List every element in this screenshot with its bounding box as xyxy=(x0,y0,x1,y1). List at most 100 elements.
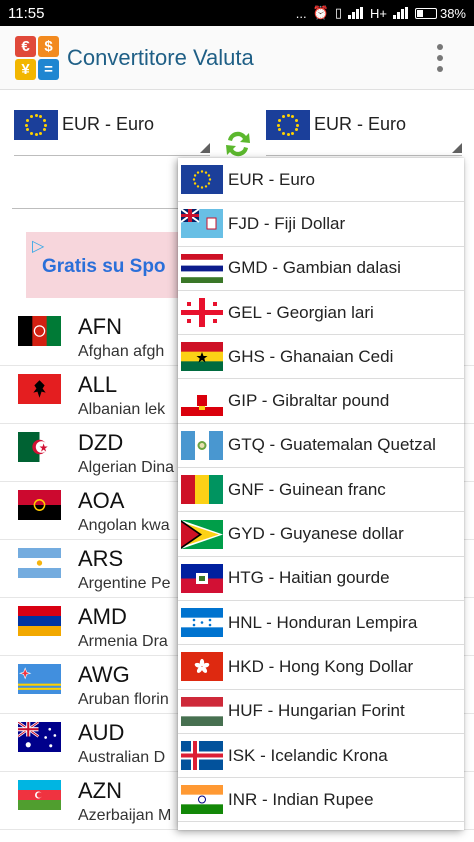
aoa-flag-icon xyxy=(18,490,61,520)
dropdown-option-hkd[interactable]: HKD - Hong Kong Dollar xyxy=(178,645,464,690)
dropdown-option-htg[interactable]: HTG - Haitian gourde xyxy=(178,557,464,601)
currency-code: AMD xyxy=(78,604,127,629)
dropdown-option-gtq[interactable]: GTQ - Guatemalan Quetzal xyxy=(178,424,464,469)
overflow-menu-icon[interactable] xyxy=(436,44,444,72)
from-currency-selector[interactable]: EUR - Euro xyxy=(14,110,210,156)
to-currency-selector[interactable]: EUR - Euro xyxy=(266,110,462,156)
euro-logo-cell: € xyxy=(15,35,36,57)
ad-choices-icon[interactable]: ▷ xyxy=(32,236,44,256)
alarm-icon: ⏰ xyxy=(312,5,329,20)
currency-code: AOA xyxy=(78,488,125,513)
dropdown-option-gnf[interactable]: GNF - Guinean franc xyxy=(178,468,464,513)
dropdown-option-label: GTQ - Guatemalan Quetzal xyxy=(228,435,436,455)
dropdown-option-gip[interactable]: GIP - Gibraltar pound xyxy=(178,379,464,424)
currency-code: AZN xyxy=(78,778,122,803)
currency-code: AUD xyxy=(78,720,125,745)
ad-banner[interactable]: ▷ Gratis su Spo xyxy=(26,232,186,298)
currency-code: AWG xyxy=(78,662,130,687)
htg-flag-icon xyxy=(181,563,223,593)
dropdown-option-label: INR - Indian Rupee xyxy=(228,789,374,809)
currency-name: Armenia Dra xyxy=(78,633,168,650)
dzd-flag-icon xyxy=(18,432,61,462)
ad-text: Gratis su Spo xyxy=(42,256,166,277)
battery-percent: 38% xyxy=(439,5,466,21)
dropdown-option-label: EUR - Euro xyxy=(228,169,315,189)
eu-flag-icon xyxy=(14,110,58,140)
dropdown-option-gel[interactable]: GEL - Georgian lari xyxy=(178,291,464,336)
inr-flag-icon xyxy=(181,785,223,815)
currency-name: Australian D xyxy=(78,749,166,766)
currency-name: Angolan kwa xyxy=(78,517,170,534)
currency-name: Afghan afgh xyxy=(78,343,165,360)
huf-flag-icon xyxy=(181,696,223,727)
eu-flag-icon xyxy=(266,110,310,140)
app-title: Convertitore Valuta xyxy=(67,44,254,70)
status-icons: ... ⏰ ▯ H+ 38% xyxy=(296,5,466,21)
status-time: 11:55 xyxy=(8,4,45,22)
status-bar: 11:55 ... ⏰ ▯ H+ 38% xyxy=(0,0,474,26)
hnl-flag-icon xyxy=(181,608,223,638)
amount-input[interactable] xyxy=(12,208,182,209)
network-type: H+ xyxy=(369,5,387,21)
dropdown-option-label: GYD - Guyanese dollar xyxy=(228,524,404,544)
afn-flag-icon xyxy=(18,316,62,346)
yen-logo-cell: ¥ xyxy=(15,58,36,80)
dropdown-option-huf[interactable]: HUF - Hungarian Forint xyxy=(178,690,464,734)
dropdown-option-label: GEL - Georgian lari xyxy=(228,302,374,322)
currency-name: Algerian Dina xyxy=(78,459,175,476)
dropdown-option-gyd[interactable]: GYD - Guyanese dollar xyxy=(178,512,464,557)
eur-flag-icon xyxy=(181,165,223,195)
currency-code: ARS xyxy=(78,546,124,571)
dropdown-arrow-icon xyxy=(452,143,462,153)
dropdown-option-label: HTG - Haitian gourde xyxy=(228,568,390,588)
dropdown-option-gmd[interactable]: GMD - Gambian dalasi xyxy=(178,247,464,291)
currency-code: DZD xyxy=(78,430,124,455)
to-currency-label: EUR - Euro xyxy=(314,114,407,134)
dropdown-option-label: HKD - Hong Kong Dollar xyxy=(228,656,414,676)
dropdown-option-label: GMD - Gambian dalasi xyxy=(228,258,401,278)
from-currency-label: EUR - Euro xyxy=(62,114,155,134)
isk-flag-icon xyxy=(181,741,223,770)
gnf-flag-icon xyxy=(181,475,224,505)
dropdown-option-label: ISK - Icelandic Krona xyxy=(228,745,388,765)
swap-icon[interactable] xyxy=(222,128,254,160)
dropdown-option-label: GIP - Gibraltar pound xyxy=(228,391,390,411)
aud-flag-icon xyxy=(17,720,61,752)
app-logo: € $ ¥ = xyxy=(15,35,59,80)
currency-name: Argentine Pe xyxy=(78,575,171,592)
all-flag-icon xyxy=(18,374,61,404)
gyd-flag-icon xyxy=(181,519,223,549)
ghs-flag-icon xyxy=(181,342,223,372)
gtq-flag-icon xyxy=(181,430,224,460)
dropdown-option-ghs[interactable]: GHS - Ghanaian Cedi xyxy=(178,335,464,380)
dollar-logo-cell: $ xyxy=(38,35,59,57)
notification-dots: ... xyxy=(295,5,307,21)
dropdown-option-label: HNL - Honduran Lempira xyxy=(228,612,418,632)
dropdown-arrow-icon xyxy=(200,143,210,153)
dropdown-option-label: GNF - Guinean franc xyxy=(228,479,386,499)
dropdown-option-isk[interactable]: ISK - Icelandic Krona xyxy=(178,734,464,779)
gmd-flag-icon xyxy=(181,253,223,284)
dropdown-option-fjd[interactable]: FJD - Fiji Dollar xyxy=(178,202,464,247)
vibrate-icon: ▯ xyxy=(334,5,342,20)
gel-flag-icon xyxy=(181,298,223,328)
dropdown-option-label: GHS - Ghanaian Cedi xyxy=(228,346,394,366)
currency-name: Albanian lek xyxy=(78,401,166,418)
signal-icon-2 xyxy=(392,7,409,19)
currency-name: Azerbaijan M xyxy=(78,807,172,824)
awg-flag-icon xyxy=(18,664,61,694)
hkd-flag-icon xyxy=(181,652,223,682)
dropdown-option-eur[interactable]: EUR - Euro xyxy=(178,158,464,203)
azn-flag-icon xyxy=(18,780,61,811)
app-bar: € $ ¥ = Convertitore Valuta xyxy=(0,26,474,90)
dropdown-option-inr[interactable]: INR - Indian Rupee xyxy=(178,778,464,823)
ars-flag-icon xyxy=(18,548,61,579)
battery-icon xyxy=(414,7,437,19)
fjd-flag-icon xyxy=(180,208,223,239)
amd-flag-icon xyxy=(18,606,61,637)
equals-logo-cell: = xyxy=(38,58,59,80)
dropdown-option-hnl[interactable]: HNL - Honduran Lempira xyxy=(178,601,464,646)
currency-code: AFN xyxy=(78,314,122,339)
currency-name: Aruban florin xyxy=(78,691,169,708)
currency-dropdown-popup: EUR - Euro FJD - Fiji Dollar GMD - Gambian… xyxy=(178,158,464,830)
